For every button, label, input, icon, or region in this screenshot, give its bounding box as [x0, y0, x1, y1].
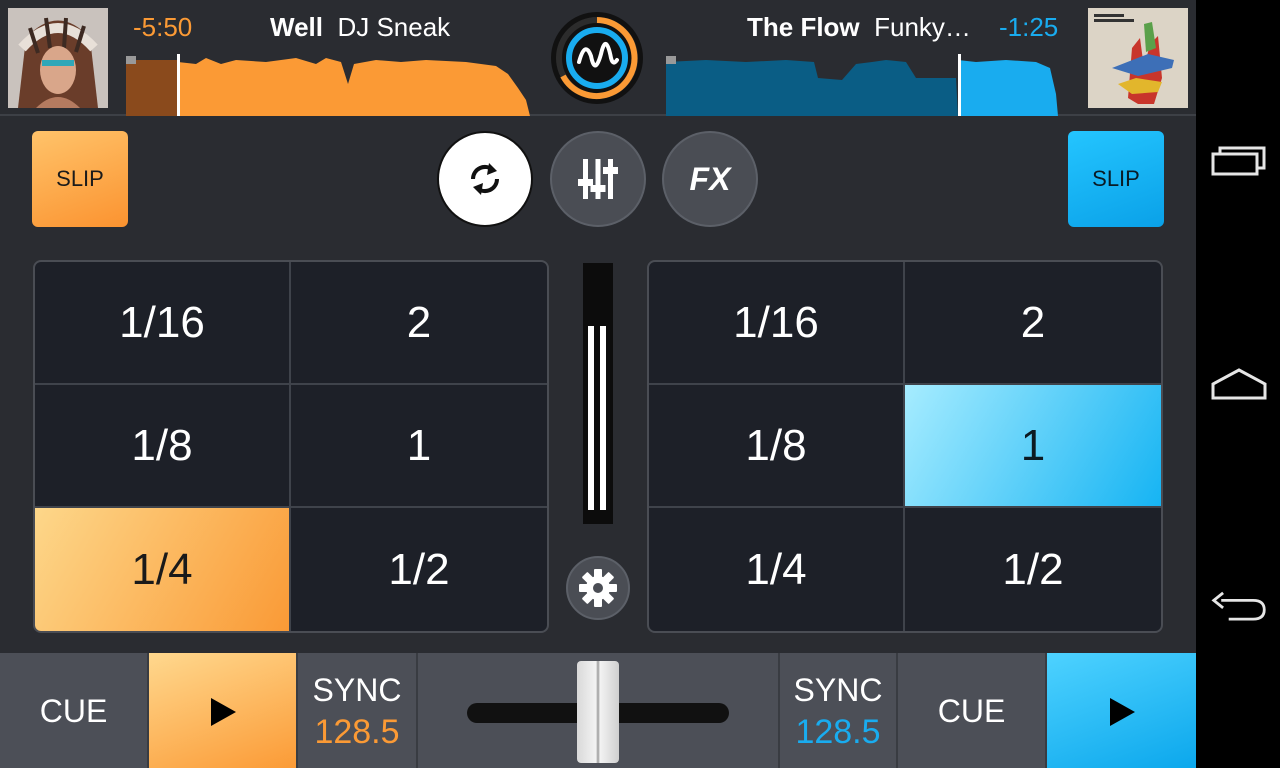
deck-a-loop-pad[interactable]: 1/16	[35, 262, 291, 385]
mixer-mode-button[interactable]	[550, 131, 646, 227]
deck-a-track-title: Well	[270, 12, 323, 42]
deck-b-track-title: The Flow	[747, 12, 860, 42]
loop-mode-button[interactable]	[437, 131, 533, 227]
back-icon	[1211, 591, 1266, 621]
play-icon	[1109, 697, 1135, 726]
loop-sync-icon	[470, 163, 500, 195]
level-meter-right-channel	[600, 326, 606, 510]
deck-b-loop-pad[interactable]: 1/16	[649, 262, 905, 385]
level-meter-left-channel	[588, 326, 594, 510]
deck-b-loop-pads: 1/16 2 1/8 1 1/4 1/2	[647, 260, 1163, 633]
deck-a-loop-pad[interactable]: 1/2	[291, 508, 547, 631]
system-navigation-bar	[1196, 0, 1280, 768]
app-logo-icon[interactable]	[549, 10, 645, 106]
level-meter	[583, 263, 613, 524]
deck-b-sync-label: SYNC	[793, 671, 883, 708]
deck-b-sync-button[interactable]: SYNC 128.5	[778, 653, 898, 768]
recent-apps-button[interactable]	[1210, 138, 1268, 182]
deck-a-loop-pad-active[interactable]: 1/4	[35, 508, 291, 631]
recent-apps-icon	[1211, 146, 1266, 176]
deck-a-cover-art[interactable]	[8, 8, 108, 108]
settings-button[interactable]	[566, 556, 630, 620]
deck-b-loop-pad-active[interactable]: 1	[905, 385, 1161, 508]
deck-a-loop-pad[interactable]: 1	[291, 385, 547, 508]
deck-b-waveform[interactable]	[666, 54, 1058, 116]
home-icon	[1211, 368, 1267, 400]
deck-b-artist: Funky…	[874, 12, 971, 42]
deck-a-time-remaining: -5:50	[133, 12, 193, 42]
deck-b-loop-pad[interactable]: 1/2	[905, 508, 1161, 631]
deck-a-loop-pad[interactable]: 2	[291, 262, 547, 385]
deck-b-track-info: The Flow Funky…	[747, 12, 971, 43]
deck-a-sync-button[interactable]: SYNC 128.5	[298, 653, 418, 768]
deck-a-bpm: 128.5	[314, 712, 400, 751]
play-icon	[210, 697, 236, 726]
header: -5:50 Well DJ Sneak The Flow Funky… -1:2…	[0, 0, 1196, 116]
back-button[interactable]	[1210, 584, 1268, 628]
transport-bar: CUE SYNC 128.5 SYNC 128.5 CUE	[0, 651, 1196, 768]
gear-icon	[579, 569, 617, 607]
fx-mode-button[interactable]: FX	[662, 131, 758, 227]
deck-b-bpm: 128.5	[795, 712, 881, 751]
dj-app: -5:50 Well DJ Sneak The Flow Funky… -1:2…	[0, 0, 1196, 768]
deck-b-loop-pad[interactable]: 2	[905, 262, 1161, 385]
deck-b-time-remaining: -1:25	[999, 12, 1059, 42]
mixer-sliders-icon	[578, 159, 618, 199]
deck-b-loop-pad[interactable]: 1/4	[649, 508, 905, 631]
crossfader-handle[interactable]	[577, 661, 619, 763]
deck-b-cue-button[interactable]: CUE	[898, 653, 1047, 768]
deck-a-slip-button[interactable]: SLIP	[32, 131, 128, 227]
home-button[interactable]	[1210, 362, 1268, 406]
deck-a-sync-label: SYNC	[312, 671, 402, 708]
deck-b-loop-pad[interactable]: 1/8	[649, 385, 905, 508]
deck-a-track-info: Well DJ Sneak	[270, 12, 450, 43]
deck-a-waveform[interactable]	[126, 54, 530, 116]
deck-b-cover-art[interactable]	[1088, 8, 1188, 108]
deck-a-artist: DJ Sneak	[337, 12, 451, 42]
deck-a-cue-button[interactable]: CUE	[0, 653, 149, 768]
crossfader[interactable]	[418, 653, 778, 768]
deck-b-play-button[interactable]	[1047, 653, 1196, 768]
deck-a-loop-pad[interactable]: 1/8	[35, 385, 291, 508]
deck-b-slip-button[interactable]: SLIP	[1068, 131, 1164, 227]
deck-a-play-button[interactable]	[149, 653, 298, 768]
deck-a-loop-pads: 1/16 2 1/8 1 1/4 1/2	[33, 260, 549, 633]
